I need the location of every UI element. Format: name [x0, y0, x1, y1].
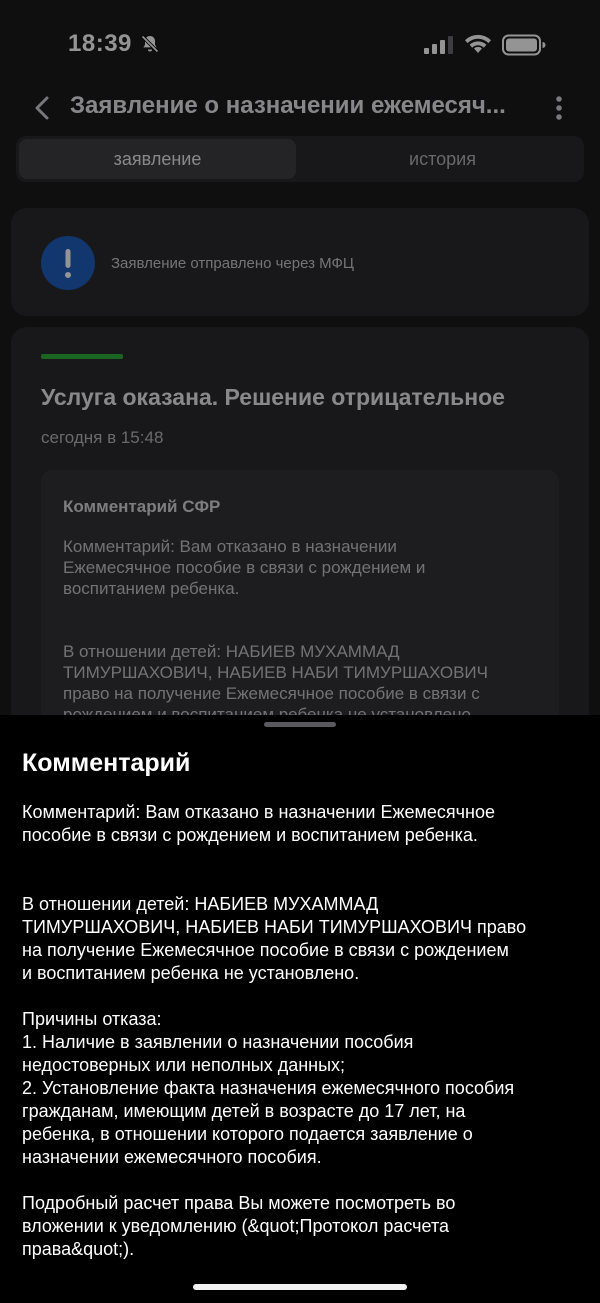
tab-history[interactable]: история — [304, 139, 581, 179]
status-date: сегодня в 15:48 — [41, 428, 164, 447]
tab-switcher: заявление история — [16, 136, 584, 182]
comment-bottom-sheet: Комментарий Комментарий: Вам отказано в … — [0, 715, 600, 1303]
sheet-grabber[interactable] — [264, 722, 336, 727]
home-indicator[interactable] — [193, 1284, 407, 1290]
tab-application[interactable]: заявление — [19, 139, 296, 179]
exclamation-icon — [41, 236, 95, 290]
notice-card: Заявление отправлено через МФЦ — [11, 208, 589, 316]
status-bar: 18:39 — [0, 0, 600, 88]
cellular-signal-icon — [424, 36, 453, 54]
navigation-bar: Заявление о назначении ежемесяч... — [0, 88, 600, 128]
comment-preview-text: Комментарий: Вам отказано в назначении Е… — [63, 537, 488, 715]
notice-text: Заявление отправлено через МФЦ — [111, 255, 355, 272]
bell-off-icon — [141, 35, 159, 53]
page-title: Заявление о назначении ежемесяч... — [70, 92, 506, 119]
wifi-icon — [465, 34, 491, 53]
sheet-comment-text: Комментарий: Вам отказано в назначении Е… — [22, 802, 527, 1259]
comment-preview-title: Комментарий СФР — [63, 497, 221, 516]
status-card: Услуга оказана. Решение отрицательное се… — [11, 327, 589, 715]
comment-preview[interactable]: Комментарий СФР Комментарий: Вам отказан… — [41, 470, 559, 715]
sheet-title: Комментарий — [22, 749, 191, 777]
battery-icon — [502, 34, 546, 56]
back-chevron-icon[interactable] — [30, 94, 54, 122]
application-screen: 18:39 Заявление о назначении ежемесяч...… — [0, 0, 600, 715]
status-accent-bar — [41, 354, 123, 359]
status-title: Услуга оказана. Решение отрицательное — [41, 384, 505, 410]
more-vertical-icon[interactable] — [550, 94, 568, 122]
status-time: 18:39 — [68, 30, 132, 57]
